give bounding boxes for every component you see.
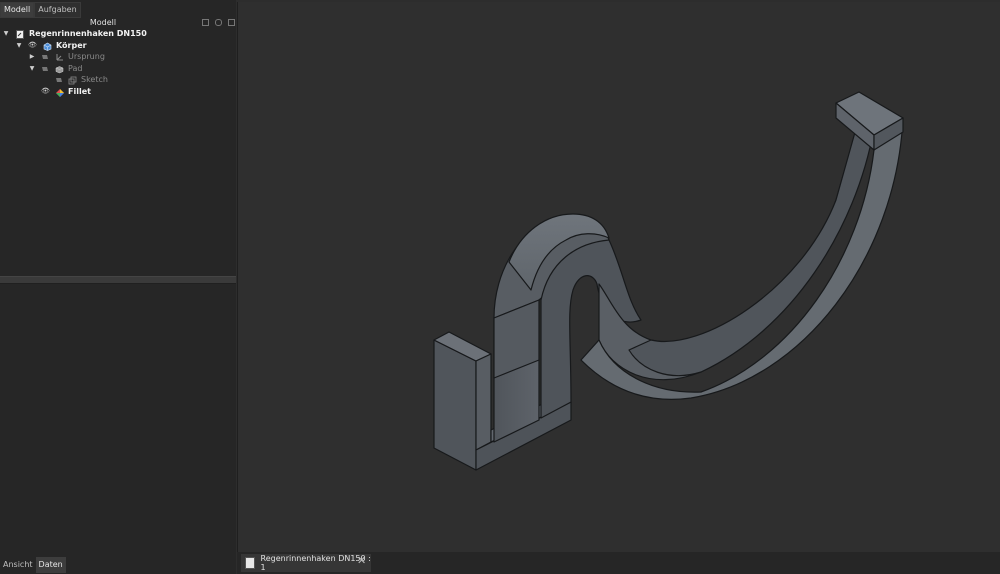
restore-panel-icon[interactable] xyxy=(215,19,222,26)
tree-item-fillet[interactable]: 👁 Fillet xyxy=(0,86,236,98)
tree-item-label: Pad xyxy=(68,63,83,73)
visibility-eye-icon[interactable]: 👁 xyxy=(41,86,50,97)
tree-item-sketch[interactable]: Sketch xyxy=(0,74,236,86)
model-tree: ▼ Regenrinnenhaken DN150 ▼ 👁 Körper ▶ Ur… xyxy=(0,28,236,97)
document-tab[interactable]: Regenrinnenhaken DN150 : 1 xyxy=(241,554,371,572)
tree-item-label: Ursprung xyxy=(68,52,105,61)
pad-icon xyxy=(55,65,64,73)
tree-item-label: Körper xyxy=(56,40,87,50)
tree-item-label: Regenrinnenhaken DN150 xyxy=(29,29,147,38)
panel-splitter[interactable] xyxy=(0,276,236,284)
combo-view-panel: Modell Aufgaben Modell ▼ Regenrinnenhake… xyxy=(0,0,236,574)
tree-item-koerper[interactable]: ▼ 👁 Körper xyxy=(0,40,236,52)
expand-arrow-icon[interactable]: ▼ xyxy=(15,40,23,51)
panel-title: Modell xyxy=(89,18,117,27)
combo-view-tabs: Modell Aufgaben xyxy=(0,2,81,18)
tree-item-label: Fillet xyxy=(68,86,91,96)
hidden-icon[interactable] xyxy=(55,76,63,84)
document-icon xyxy=(245,557,255,569)
gutter-hook-model[interactable] xyxy=(238,2,1000,552)
tab-ansicht[interactable]: Ansicht xyxy=(0,557,36,573)
document-icon xyxy=(16,30,24,39)
expand-arrow-icon[interactable]: ▼ xyxy=(28,63,36,74)
close-icon[interactable]: ✕ xyxy=(357,554,366,567)
tab-daten[interactable]: Daten xyxy=(35,557,66,573)
sketch-icon xyxy=(68,76,77,85)
tree-item-pad[interactable]: ▼ Pad xyxy=(0,63,236,75)
property-view-tabs: Ansicht Daten xyxy=(0,557,66,573)
visibility-eye-icon[interactable]: 👁 xyxy=(28,40,37,51)
collapsed-arrow-icon[interactable]: ▶ xyxy=(28,51,36,62)
tab-modell[interactable]: Modell xyxy=(0,2,35,18)
expand-arrow-icon[interactable]: ▼ xyxy=(2,28,10,39)
hidden-icon[interactable] xyxy=(41,65,49,73)
hidden-icon[interactable] xyxy=(41,53,49,61)
tree-item-document[interactable]: ▼ Regenrinnenhaken DN150 xyxy=(0,28,236,40)
tab-aufgaben[interactable]: Aufgaben xyxy=(34,2,81,18)
fillet-icon xyxy=(55,88,64,97)
close-panel-icon[interactable] xyxy=(228,19,235,26)
3d-viewport[interactable] xyxy=(237,2,1000,552)
document-tab-bar: Regenrinnenhaken DN150 : 1 ✕ xyxy=(237,552,1000,574)
float-panel-icon[interactable] xyxy=(202,19,209,26)
tree-item-ursprung[interactable]: ▶ Ursprung xyxy=(0,51,236,63)
document-tab-label: Regenrinnenhaken DN150 : 1 xyxy=(260,554,371,572)
origin-axes-icon xyxy=(55,53,63,61)
body-icon xyxy=(43,42,52,51)
tree-item-label: Sketch xyxy=(81,75,108,84)
model-panel-header: Modell xyxy=(0,18,236,28)
